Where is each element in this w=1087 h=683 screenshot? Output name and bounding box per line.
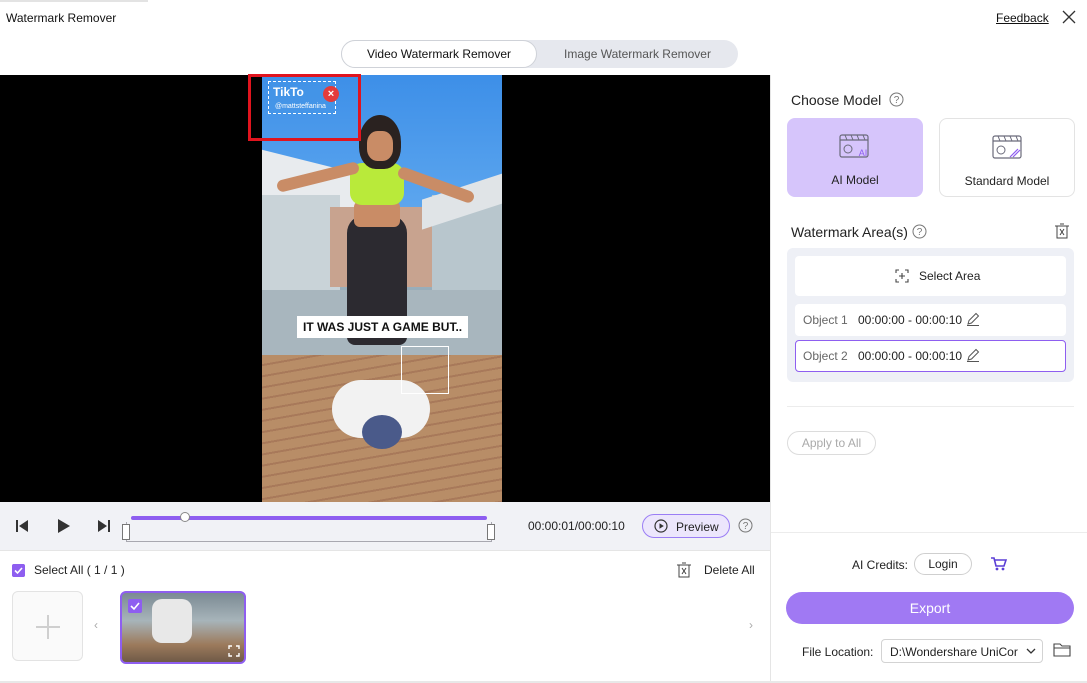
select-all-checkbox[interactable] bbox=[12, 564, 25, 577]
svg-text:AI: AI bbox=[859, 148, 868, 158]
standard-model-icon bbox=[992, 135, 1022, 159]
media-thumbnail[interactable] bbox=[120, 591, 246, 664]
divider bbox=[771, 532, 1087, 533]
next-frame-icon[interactable] bbox=[94, 518, 112, 534]
watermark-areas-panel: Select Area Object 1 00:00:00 - 00:00:10… bbox=[787, 248, 1074, 382]
edit-icon[interactable] bbox=[966, 312, 980, 326]
select-area-label: Select Area bbox=[919, 269, 981, 283]
ai-model-label: AI Model bbox=[831, 173, 879, 187]
ai-model-card[interactable]: AI AI Model bbox=[787, 118, 923, 197]
previous-frame-icon[interactable] bbox=[14, 518, 32, 534]
help-icon[interactable]: ? bbox=[889, 92, 904, 107]
file-location-select[interactable]: D:\Wondershare UniCor bbox=[881, 639, 1043, 663]
watermark-areas-title: Watermark Area(s) bbox=[791, 224, 908, 240]
trim-range bbox=[126, 522, 492, 542]
object-time-range: 00:00:00 - 00:00:10 bbox=[858, 349, 963, 363]
file-location-label: File Location: bbox=[802, 645, 874, 659]
tab-image-watermark-remover[interactable]: Image Watermark Remover bbox=[537, 40, 738, 68]
playback-controls: 00:00:01/00:00:10 Preview ? bbox=[0, 502, 770, 550]
apply-to-all-button[interactable]: Apply to All bbox=[787, 431, 876, 455]
object-name: Object 2 bbox=[803, 349, 848, 363]
close-icon[interactable] bbox=[1060, 8, 1078, 26]
preview-button[interactable]: Preview bbox=[642, 514, 730, 538]
preview-label: Preview bbox=[676, 520, 719, 534]
trash-icon[interactable] bbox=[677, 562, 691, 578]
object-row[interactable]: Object 1 00:00:00 - 00:00:10 bbox=[795, 304, 1066, 336]
title-bar: Watermark Remover Feedback bbox=[0, 0, 1087, 40]
trim-start-handle[interactable] bbox=[122, 524, 130, 540]
svg-text:?: ? bbox=[743, 521, 749, 532]
tab-video-watermark-remover[interactable]: Video Watermark Remover bbox=[341, 40, 537, 68]
svg-text:?: ? bbox=[917, 227, 923, 238]
select-all-label: Select All ( 1 / 1 ) bbox=[34, 563, 125, 577]
folder-icon[interactable] bbox=[1053, 642, 1071, 657]
chevron-down-icon bbox=[1026, 648, 1036, 654]
app-title: Watermark Remover bbox=[6, 11, 117, 25]
ai-credits-label: AI Credits: bbox=[852, 558, 909, 572]
playhead-handle[interactable] bbox=[180, 512, 190, 522]
title-bar-edge bbox=[0, 0, 148, 2]
object-name: Object 1 bbox=[803, 313, 848, 327]
select-area-icon bbox=[895, 269, 909, 283]
file-location-value: D:\Wondershare UniCor bbox=[890, 645, 1018, 659]
cart-icon[interactable] bbox=[991, 557, 1007, 571]
standard-model-card[interactable]: Standard Model bbox=[939, 118, 1075, 197]
watermark-selection-box[interactable] bbox=[401, 346, 449, 394]
scroll-right-icon[interactable]: › bbox=[749, 618, 753, 632]
help-icon[interactable]: ? bbox=[912, 224, 927, 239]
plus-icon bbox=[36, 615, 60, 639]
trash-icon[interactable] bbox=[1055, 223, 1069, 239]
add-media-button[interactable] bbox=[12, 591, 83, 661]
feedback-link[interactable]: Feedback bbox=[996, 11, 1049, 25]
thumbnail-checkbox[interactable] bbox=[128, 599, 142, 613]
delete-all-button[interactable]: Delete All bbox=[704, 563, 755, 577]
play-icon[interactable] bbox=[56, 518, 72, 534]
video-player: IT WAS JUST A GAME BUT.. TikTo @mattstef… bbox=[0, 75, 770, 502]
time-readout: 00:00:01/00:00:10 bbox=[528, 519, 625, 533]
trim-end-handle[interactable] bbox=[487, 524, 495, 540]
object-time-range: 00:00:00 - 00:00:10 bbox=[858, 313, 963, 327]
timeline-track[interactable] bbox=[122, 512, 496, 544]
mode-toggle: Video Watermark Remover Image Watermark … bbox=[341, 40, 738, 68]
divider bbox=[0, 550, 770, 551]
login-button[interactable]: Login bbox=[914, 553, 972, 575]
divider bbox=[787, 406, 1074, 407]
select-area-button[interactable]: Select Area bbox=[795, 256, 1066, 296]
help-icon[interactable]: ? bbox=[738, 518, 753, 533]
video-caption: IT WAS JUST A GAME BUT.. bbox=[297, 316, 469, 338]
svg-text:?: ? bbox=[894, 95, 900, 106]
scroll-left-icon[interactable]: ‹ bbox=[94, 618, 98, 632]
standard-model-label: Standard Model bbox=[964, 174, 1050, 188]
expand-icon[interactable] bbox=[228, 645, 240, 657]
export-button[interactable]: Export bbox=[786, 592, 1074, 624]
edit-icon[interactable] bbox=[966, 348, 980, 362]
panel-divider bbox=[770, 75, 771, 683]
highlight-frame bbox=[248, 74, 361, 141]
choose-model-title: Choose Model bbox=[791, 92, 882, 108]
object-row[interactable]: Object 2 00:00:00 - 00:00:10 bbox=[795, 340, 1066, 372]
preview-icon bbox=[654, 519, 668, 533]
ai-model-icon: AI bbox=[839, 134, 869, 158]
